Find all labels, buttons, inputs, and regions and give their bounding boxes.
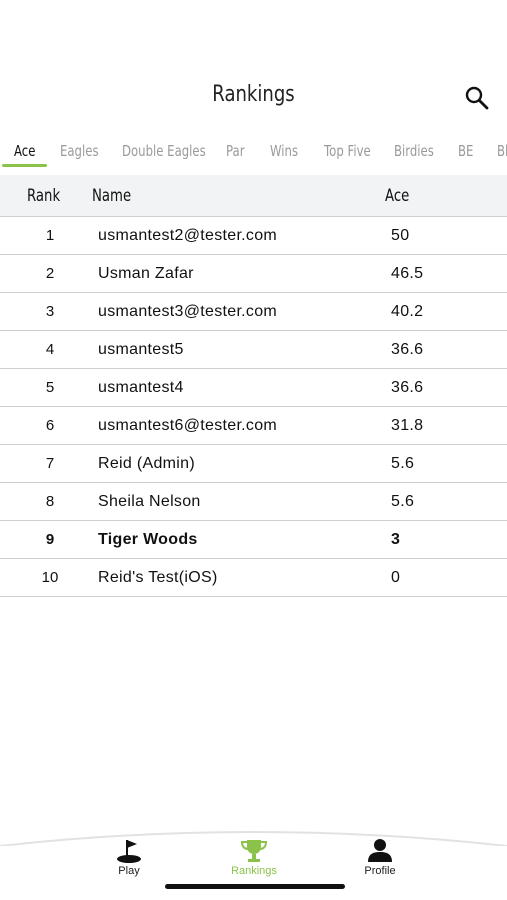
nav-rankings[interactable]: Rankings — [214, 838, 294, 877]
current-user-row[interactable]: 9 Tiger Woods 3 — [0, 521, 507, 559]
active-tab-indicator — [2, 164, 47, 167]
score-cell: 36.6 — [391, 341, 424, 358]
score-cell: 0 — [391, 569, 401, 586]
nav-label-play: Play — [118, 865, 140, 877]
column-header-score[interactable]: Ace — [385, 186, 409, 206]
tab-wins[interactable]: Wins — [270, 142, 298, 160]
score-cell: 5.6 — [391, 493, 415, 510]
rank-cell: 7 — [45, 455, 55, 472]
tab-eagles[interactable]: Eagles — [60, 142, 99, 160]
search-icon — [465, 86, 489, 110]
score-cell: 46.5 — [391, 265, 424, 282]
name-cell: usmantest5 — [98, 341, 184, 358]
header: Rankings — [0, 80, 507, 116]
rank-cell: 8 — [45, 493, 55, 510]
tab-double-eagles[interactable]: Double Eagles — [122, 142, 206, 160]
score-cell: 40.2 — [391, 303, 424, 320]
tab-par[interactable]: Par — [226, 142, 245, 160]
name-cell: Reid (Admin) — [98, 455, 195, 472]
golf-flag-icon — [117, 840, 141, 863]
rank-cell: 5 — [45, 379, 55, 396]
rank-cell: 3 — [45, 303, 55, 320]
tab-birdies[interactable]: Birdies — [394, 142, 434, 160]
name-cell: Sheila Nelson — [98, 493, 201, 510]
nav-profile[interactable]: Profile — [340, 838, 420, 877]
score-cell: 3 — [391, 531, 401, 548]
person-icon — [368, 839, 392, 862]
table-row[interactable]: 1 usmantest2@tester.com 50 — [0, 217, 507, 255]
table-row[interactable]: 7 Reid (Admin) 5.6 — [0, 445, 507, 483]
score-cell: 50 — [391, 227, 410, 244]
tab-be[interactable]: BE — [458, 142, 473, 160]
nav-label-rankings: Rankings — [231, 865, 277, 877]
rank-cell: 6 — [45, 417, 55, 434]
nav-play[interactable]: Play — [89, 838, 169, 877]
name-cell: usmantest3@tester.com — [98, 303, 278, 320]
tab-bl[interactable]: Bl — [497, 142, 507, 160]
tab-top-five[interactable]: Top Five — [324, 142, 371, 160]
rank-cell: 1 — [45, 227, 55, 244]
rank-cell: 9 — [45, 531, 55, 548]
rankings-table: Rank Name Ace 1 usmantest2@tester.com 50… — [0, 175, 507, 597]
score-cell: 31.8 — [391, 417, 424, 434]
tab-ace[interactable]: Ace — [14, 142, 35, 160]
score-cell: 5.6 — [391, 455, 415, 472]
name-cell: usmantest2@tester.com — [98, 227, 278, 244]
table-row[interactable]: 2 Usman Zafar 46.5 — [0, 255, 507, 293]
page-title: Rankings — [212, 82, 295, 107]
rank-cell: 10 — [41, 569, 59, 586]
score-cell: 36.6 — [391, 379, 424, 396]
column-header-name[interactable]: Name — [92, 186, 131, 206]
trophy-icon — [240, 840, 268, 862]
table-row[interactable]: 10 Reid's Test(iOS) 0 — [0, 559, 507, 597]
name-cell: Usman Zafar — [98, 265, 194, 282]
category-tabs: Ace Eagles Double Eagles Par Wins Top Fi… — [0, 140, 507, 168]
rank-cell: 4 — [45, 341, 55, 358]
table-row[interactable]: 4 usmantest5 36.6 — [0, 331, 507, 369]
table-row[interactable]: 6 usmantest6@tester.com 31.8 — [0, 407, 507, 445]
table-row[interactable]: 8 Sheila Nelson 5.6 — [0, 483, 507, 521]
search-button[interactable] — [463, 84, 491, 112]
table-row[interactable]: 5 usmantest4 36.6 — [0, 369, 507, 407]
rankings-screen: Rankings Ace Eagles Double Eagles Par Wi… — [0, 0, 507, 900]
table-header: Rank Name Ace — [0, 175, 507, 217]
home-indicator[interactable] — [165, 884, 345, 889]
name-cell: Tiger Woods — [98, 531, 198, 548]
table-row[interactable]: 3 usmantest3@tester.com 40.2 — [0, 293, 507, 331]
name-cell: Reid's Test(iOS) — [98, 569, 218, 586]
nav-label-profile: Profile — [364, 865, 396, 877]
rank-cell: 2 — [45, 265, 55, 282]
name-cell: usmantest6@tester.com — [98, 417, 278, 434]
column-header-rank[interactable]: Rank — [27, 186, 60, 206]
name-cell: usmantest4 — [98, 379, 184, 396]
